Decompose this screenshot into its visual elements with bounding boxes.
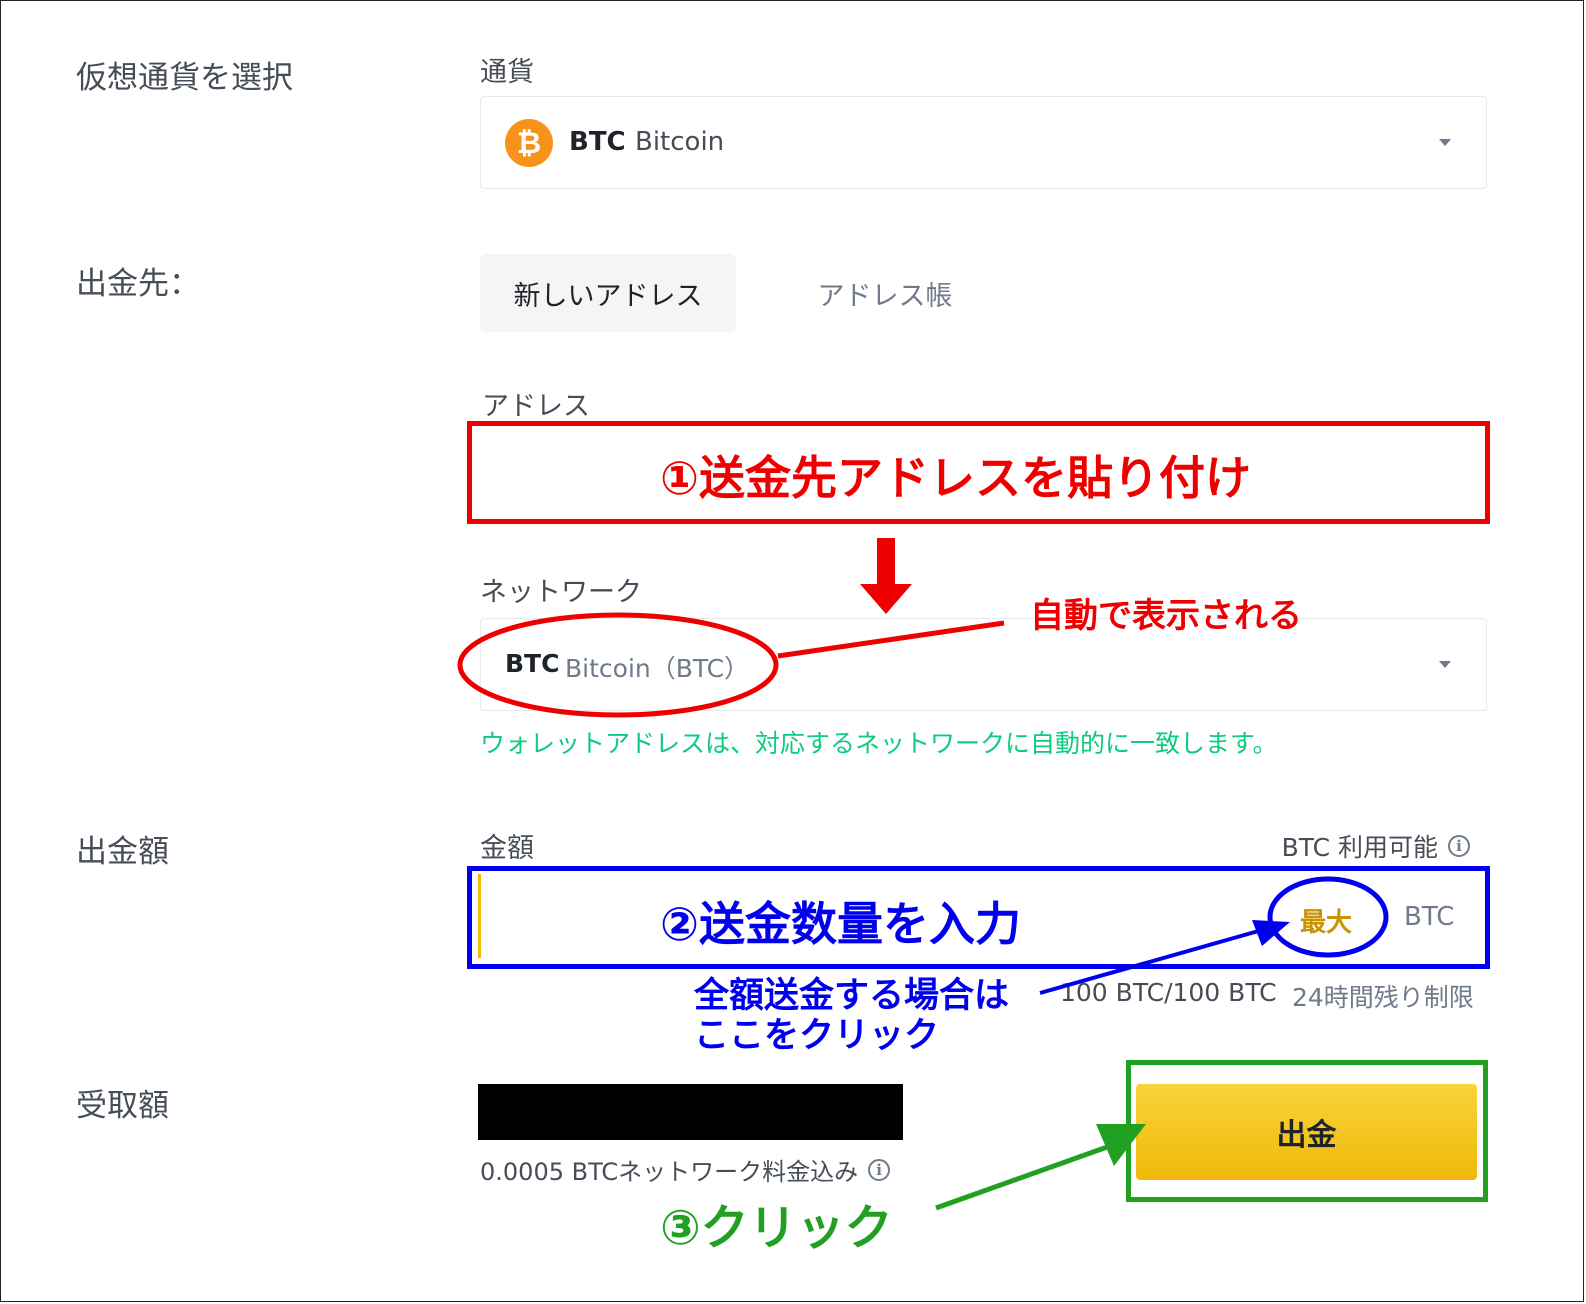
down-arrow-icon	[860, 584, 912, 614]
down-arrow-shaft	[877, 538, 895, 586]
annotation-overlay	[457, 538, 1389, 1211]
withdraw-arrow-icon	[1096, 1124, 1146, 1166]
max-callout-line	[1039, 928, 1263, 995]
max-highlight-ellipse	[1267, 876, 1389, 958]
network-highlight-ellipse	[457, 612, 779, 718]
network-callout-line	[777, 620, 1005, 659]
withdraw-callout-line	[935, 1143, 1111, 1211]
